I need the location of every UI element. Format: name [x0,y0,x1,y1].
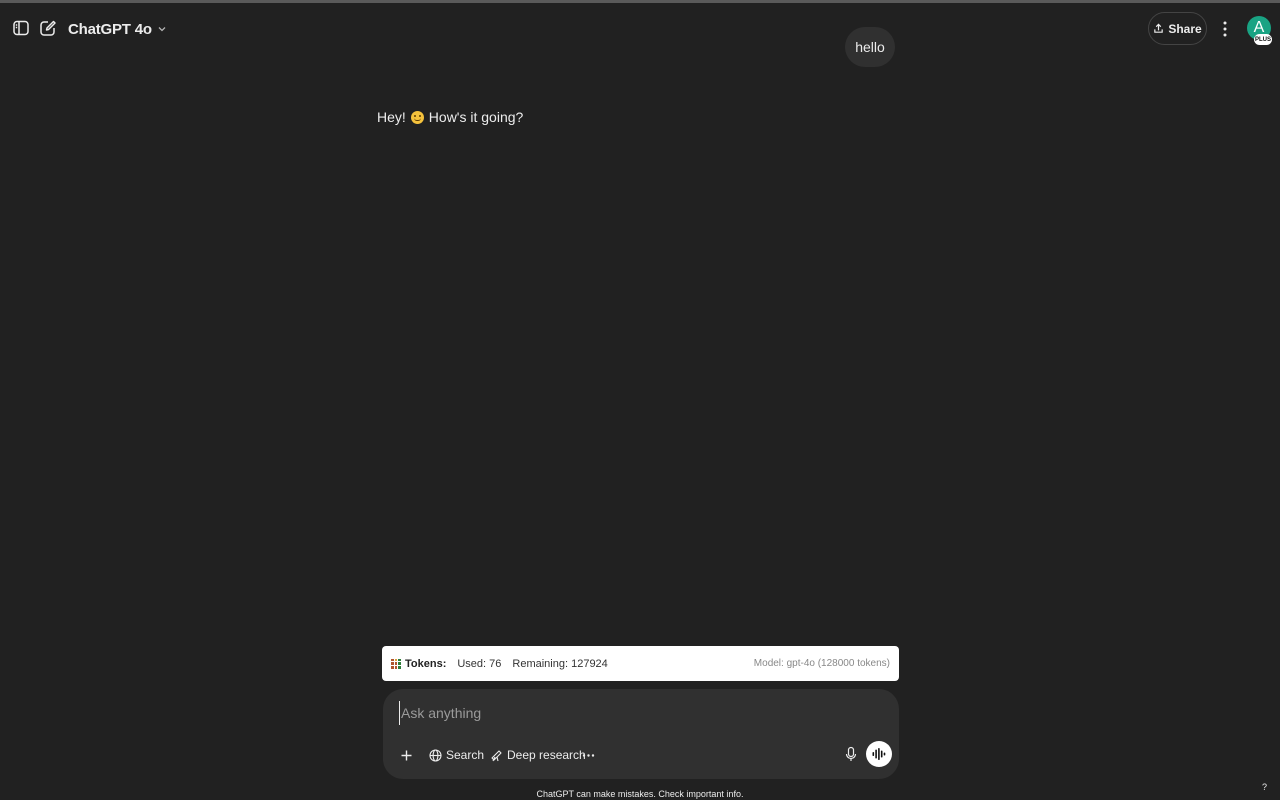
model-name: ChatGPT 4o [68,20,152,38]
token-usage-bar: Tokens: Used: 76 Remaining: 127924 Model… [382,646,899,681]
disclaimer-text: ChatGPT can make mistakes. Check importa… [536,789,744,799]
prompt-input[interactable] [399,701,879,725]
message-composer: Search Deep research [383,689,899,779]
plus-icon [401,750,412,760]
deep-research-label: Deep research [507,748,586,762]
assistant-message: Hey! How's it going? [377,107,523,127]
help-button[interactable]: ? [1262,782,1270,792]
search-label: Search [446,748,485,762]
top-bar: ChatGPT 4o Share A PLUS [0,3,1280,55]
voice-mode-button[interactable] [866,741,892,767]
deep-research-button[interactable]: Deep research [490,745,586,765]
smiling-face-emoji-icon [410,110,424,124]
share-label: Share [1168,21,1202,36]
tokens-remaining: Remaining: 127924 [512,657,608,670]
globe-icon [429,748,442,762]
telescope-icon [491,749,502,761]
token-grid-icon [391,658,401,669]
tokens-used: Used: 76 [457,657,502,670]
more-tools-button[interactable] [582,745,595,765]
user-message-text: hello [855,39,885,55]
new-chat-icon[interactable] [39,19,57,37]
model-selector[interactable]: ChatGPT 4o [68,18,167,40]
tokens-label: Tokens: [405,657,447,670]
sidebar-toggle-icon[interactable] [12,19,30,37]
more-vertical-icon[interactable] [1216,19,1234,39]
share-icon [1154,23,1164,33]
add-attachment-button[interactable] [400,745,413,765]
microphone-icon[interactable] [844,746,858,762]
plan-badge: PLUS [1254,34,1272,45]
share-button[interactable]: Share [1148,12,1207,45]
chevron-down-icon [158,27,166,32]
assistant-text: How's it going? [428,109,524,125]
tokens-model-info: Model: gpt-4o (128000 tokens) [753,658,890,669]
user-message-bubble: hello [845,27,895,67]
assistant-greeting: Hey! [377,109,406,125]
more-horizontal-icon [582,753,595,757]
voice-mode-icon [872,748,886,760]
search-button[interactable]: Search [429,745,484,765]
